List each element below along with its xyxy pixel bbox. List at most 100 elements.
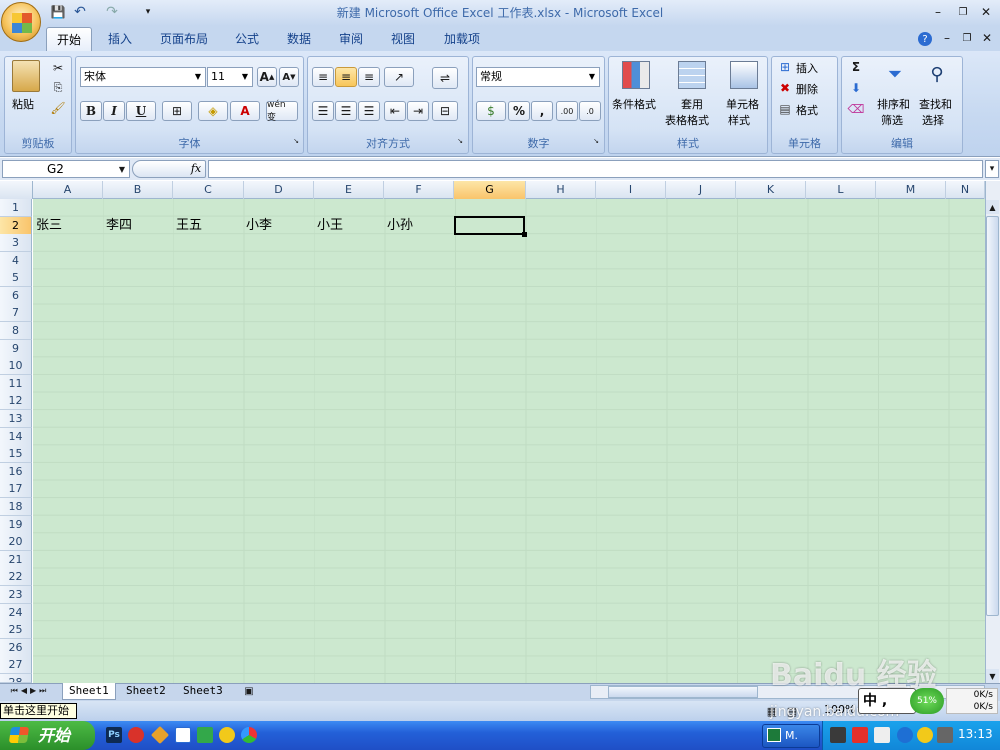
row-header[interactable]: 10 [0,357,32,375]
decrease-indent-icon[interactable]: ⇤ [384,101,406,121]
tray-app-icon[interactable] [830,727,846,743]
row-header[interactable]: 6 [0,287,32,305]
font-dialog-launcher-icon[interactable]: ↘ [292,137,300,145]
align-center-icon[interactable]: ☰ [335,101,357,121]
row-header[interactable]: 9 [0,340,32,358]
tray-help-icon[interactable] [874,727,890,743]
row-header[interactable]: 27 [0,656,32,674]
border-icon[interactable]: ⊞ [162,101,192,121]
edit-icon[interactable] [175,727,191,743]
format-cells-icon[interactable]: ▤ [777,102,793,116]
tab-review[interactable]: 审阅 [330,28,372,51]
currency-icon[interactable]: $ [476,101,506,121]
ribbon-restore-icon[interactable]: ❐ [960,30,974,46]
row-header[interactable]: 3 [0,234,32,252]
column-header-e[interactable]: E [314,181,384,199]
italic-button[interactable]: I [103,101,125,121]
shield-icon[interactable] [197,727,213,743]
clear-icon[interactable]: ⌫ [848,102,865,116]
number-dialog-launcher-icon[interactable]: ↘ [592,137,600,145]
insert-sheet-icon[interactable]: ▣ [240,684,258,699]
increase-decimal-icon[interactable]: .00 [556,101,578,121]
tray-plus-icon[interactable] [917,727,933,743]
cell-d2[interactable]: 小李 [246,217,272,235]
ribbon-close-icon[interactable]: ✕ [980,30,994,46]
cell-grid[interactable] [33,199,985,683]
photoshop-icon[interactable]: Ps [106,727,122,743]
row-header[interactable]: 5 [0,269,32,287]
plus-icon[interactable] [219,727,235,743]
fill-handle[interactable] [522,232,527,237]
volume-icon[interactable] [937,727,953,743]
cell-c2[interactable]: 王五 [176,217,202,235]
row-header[interactable]: 26 [0,639,32,657]
sheet-nav-icon[interactable]: ⏮◀▶⏭ [4,684,56,698]
row-header[interactable]: 4 [0,252,32,270]
insert-cells-icon[interactable]: ⊞ [777,60,793,74]
conditional-format-icon[interactable] [622,61,650,89]
format-cells-label[interactable]: 格式 [796,102,818,118]
cut-icon[interactable]: ✂ [50,60,66,76]
underline-button[interactable]: U [126,101,156,121]
column-header-k[interactable]: K [736,181,806,199]
alignment-dialog-launcher-icon[interactable]: ↘ [456,137,464,145]
row-header[interactable]: 16 [0,463,32,481]
row-header[interactable]: 18 [0,498,32,516]
tab-addins[interactable]: 加载项 [434,28,490,51]
paste-icon[interactable] [12,60,40,92]
increase-indent-icon[interactable]: ⇥ [407,101,429,121]
tab-home[interactable]: 开始 [46,27,92,52]
active-cell-g2[interactable] [454,216,527,237]
row-header[interactable]: 11 [0,375,32,393]
tab-formulas[interactable]: 公式 [226,28,268,51]
column-header-h[interactable]: H [526,181,596,199]
format-as-table-icon[interactable] [678,61,706,89]
row-header[interactable]: 17 [0,480,32,498]
delete-cells-label[interactable]: 删除 [796,81,818,97]
expand-formula-bar-icon[interactable]: ▾ [985,160,999,178]
fill-icon[interactable]: ⬇ [848,81,864,95]
undo-icon[interactable]: ↶ [72,4,88,20]
column-header-b[interactable]: B [103,181,173,199]
font-color-icon[interactable]: A [230,101,260,121]
fill-color-icon[interactable]: ◈ [198,101,228,121]
name-box-dropdown-icon[interactable]: ▼ [116,161,128,177]
shrink-font-icon[interactable]: A ▼ [279,67,299,87]
row-header[interactable]: 25 [0,621,32,639]
sheet-tab-2[interactable]: Sheet2 [120,683,172,700]
find-select-label-1[interactable]: 查找和 [919,96,952,112]
horizontal-scroll-thumb[interactable] [608,686,758,698]
font-name-select[interactable]: 宋体 ▼ [80,67,206,87]
close-icon[interactable]: ✕ [978,4,994,20]
tab-data[interactable]: 数据 [278,28,320,51]
orientation-icon[interactable]: ↗ [384,67,414,87]
browser-icon[interactable] [241,727,257,743]
conditional-format-label[interactable]: 条件格式 [612,96,656,112]
scroll-down-icon[interactable]: ▼ [986,669,999,683]
ribbon-minimize-icon[interactable]: – [940,30,954,46]
find-select-label-2[interactable]: 选择 [922,112,944,128]
paste-label[interactable]: 粘贴 [12,96,34,112]
find-select-icon[interactable]: ⚲ [922,60,952,88]
align-left-icon[interactable]: ☰ [312,101,334,121]
clock[interactable]: 13:13 [958,727,993,741]
merge-center-icon[interactable]: ⊟ [432,101,458,121]
row-header[interactable]: 14 [0,428,32,446]
align-middle-icon[interactable]: ≡ [335,67,357,87]
cell-e2[interactable]: 小王 [317,217,343,235]
phonetic-icon[interactable]: wén 变 [266,100,298,123]
help-icon[interactable]: ? [918,32,932,46]
column-header-f[interactable]: F [384,181,454,199]
column-header-l[interactable]: L [806,181,876,199]
sort-filter-label-2[interactable]: 筛选 [881,112,903,128]
row-header[interactable]: 22 [0,568,32,586]
cell-styles-label-1[interactable]: 单元格 [726,96,759,112]
restore-icon[interactable]: ❐ [955,4,971,20]
cell-b2[interactable]: 李四 [106,217,132,235]
bold-button[interactable]: B [80,101,102,121]
redo-icon[interactable]: ↷ [104,4,120,20]
row-header[interactable]: 13 [0,410,32,428]
save-icon[interactable]: 💾 [50,4,66,20]
office-button[interactable] [1,2,41,42]
cell-f2[interactable]: 小孙 [387,217,413,235]
